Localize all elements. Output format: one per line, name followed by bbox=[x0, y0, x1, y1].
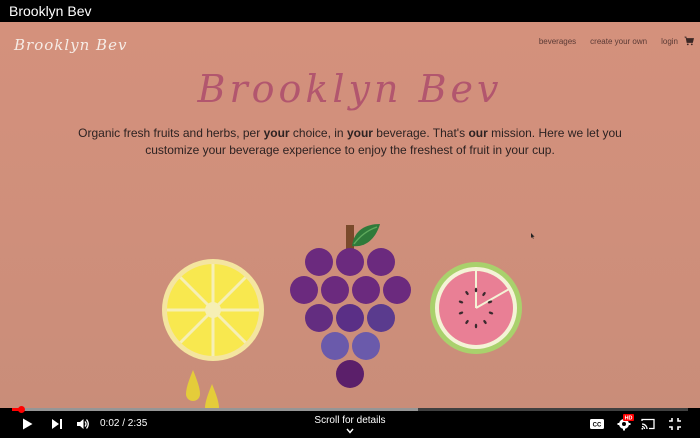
nav-login[interactable]: login bbox=[661, 37, 678, 46]
cast-icon[interactable] bbox=[641, 417, 655, 431]
site-logo[interactable]: Brooklyn Bev bbox=[14, 36, 127, 54]
grapes-illustration bbox=[290, 224, 411, 388]
progress-bar[interactable] bbox=[12, 406, 688, 413]
mouse-cursor-icon bbox=[531, 233, 535, 239]
mission-text: choice, in bbox=[289, 126, 347, 140]
mission-text: Organic fresh fruits and herbs, per bbox=[78, 126, 264, 140]
site-nav: beverages create your own login bbox=[539, 36, 694, 46]
video-title-bar: Brooklyn Bev bbox=[0, 0, 700, 22]
captions-icon[interactable]: CC bbox=[589, 417, 605, 431]
mission-emphasis: your bbox=[346, 126, 373, 140]
progress-buffer bbox=[12, 408, 418, 411]
nav-create-your-own[interactable]: create your own bbox=[590, 37, 647, 46]
chevron-down-icon[interactable] bbox=[345, 427, 355, 435]
watermelon-illustration bbox=[430, 262, 522, 354]
hd-badge-label: HD bbox=[625, 416, 633, 421]
hd-badge: HD bbox=[623, 414, 634, 421]
mission-emphasis: our bbox=[468, 126, 488, 140]
video-frame[interactable]: Brooklyn Bev beverages create your own l… bbox=[0, 22, 700, 408]
grape-stem bbox=[346, 225, 354, 251]
video-title[interactable]: Brooklyn Bev bbox=[9, 3, 91, 19]
progress-scrubber[interactable] bbox=[18, 406, 25, 413]
lemon-illustration bbox=[162, 259, 264, 408]
cart-icon[interactable] bbox=[684, 36, 694, 46]
fullscreen-exit-icon[interactable] bbox=[668, 417, 682, 431]
nav-beverages[interactable]: beverages bbox=[539, 37, 576, 46]
lemon-drop bbox=[205, 384, 219, 408]
hero-title: Brooklyn Bev bbox=[197, 67, 503, 111]
mission-statement: Organic fresh fruits and herbs, per your… bbox=[50, 125, 650, 159]
svg-text:CC: CC bbox=[593, 423, 602, 429]
lemon-drop bbox=[186, 370, 200, 401]
mission-emphasis: your bbox=[263, 126, 290, 140]
mission-text: beverage. That's bbox=[372, 126, 469, 140]
